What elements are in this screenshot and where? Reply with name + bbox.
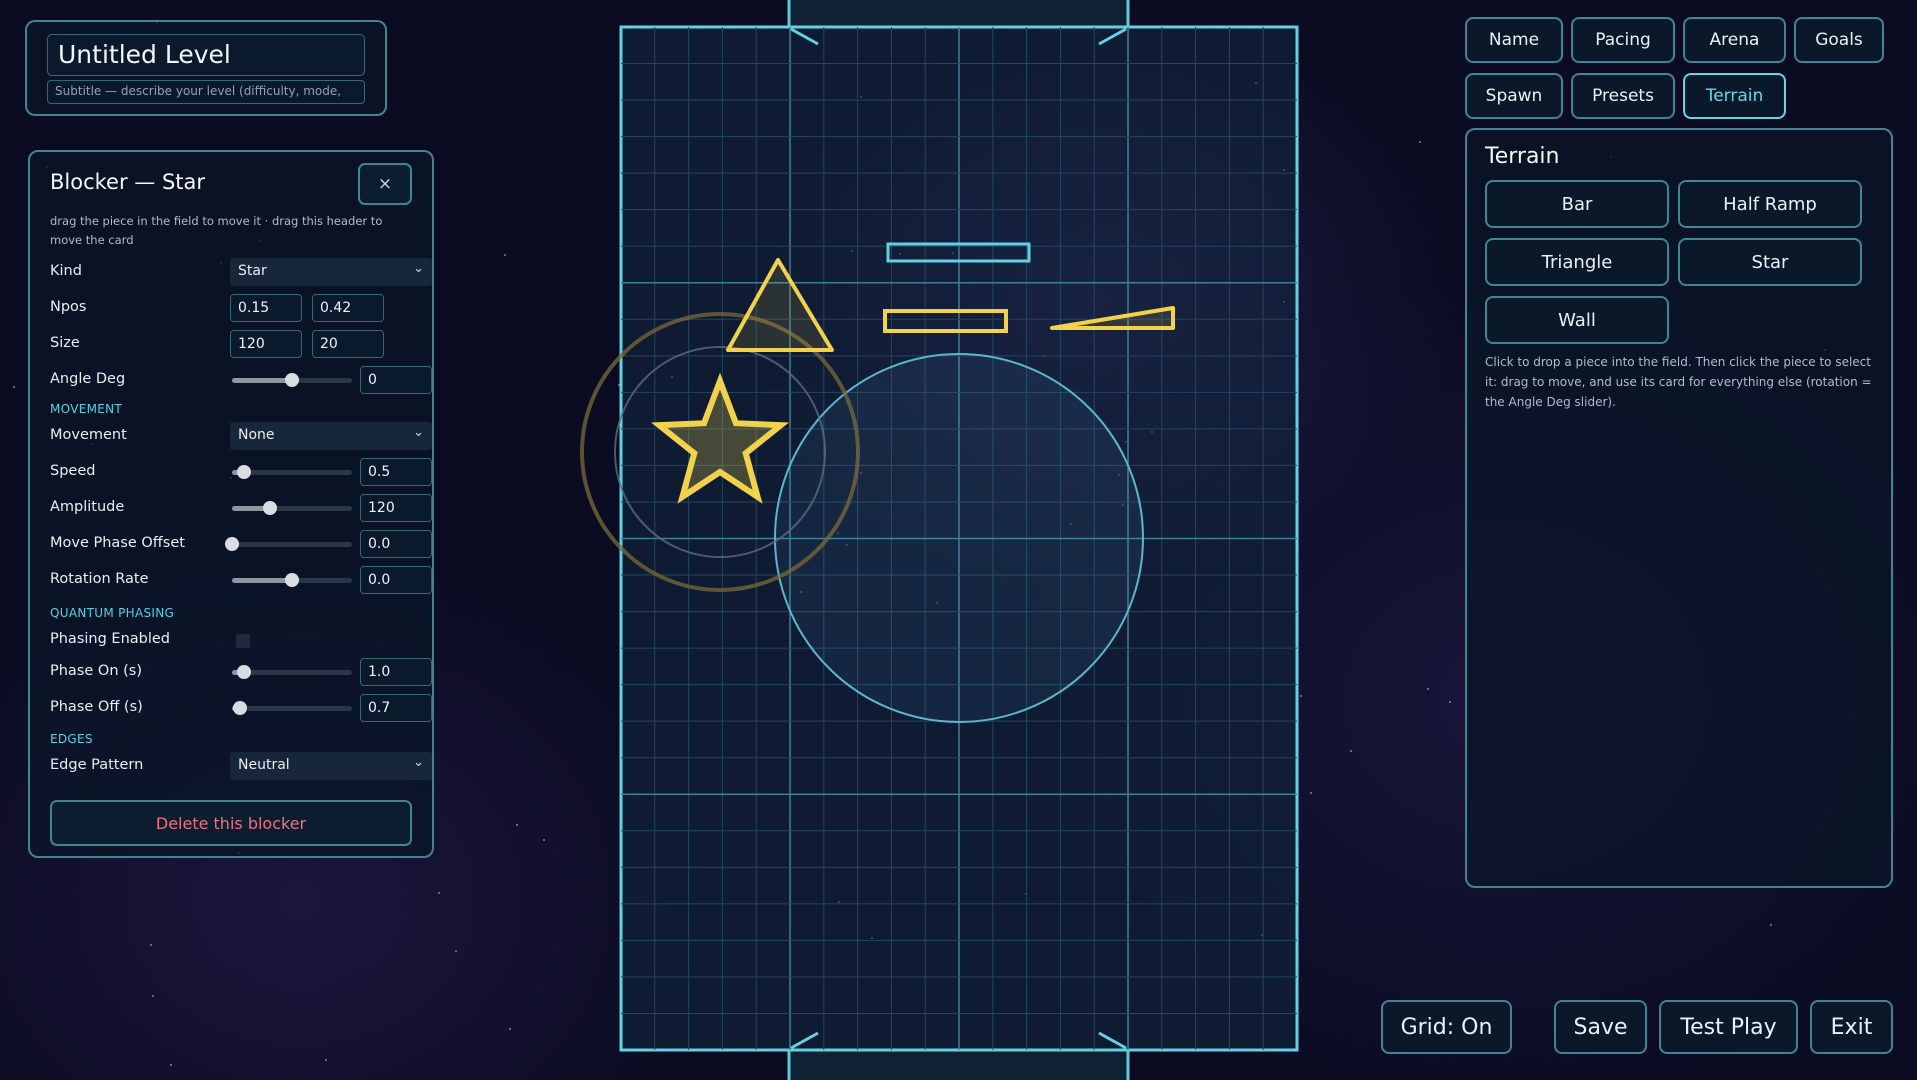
rotation-rate-label: Rotation Rate — [50, 571, 149, 587]
movement-row: Movement None ⌄ — [50, 422, 432, 450]
save-button[interactable]: Save — [1554, 1000, 1647, 1054]
amplitude-slider[interactable] — [232, 501, 352, 515]
slider-knob[interactable] — [233, 701, 248, 715]
amplitude-label: Amplitude — [50, 499, 125, 515]
tab-arena[interactable]: Arena — [1683, 17, 1786, 63]
slider-knob[interactable] — [263, 501, 278, 515]
npos-y-input[interactable]: 0.42 — [312, 294, 384, 322]
npos-label: Npos — [50, 299, 87, 315]
phase-on-slider[interactable] — [232, 665, 352, 679]
rotation-rate-slider[interactable] — [232, 573, 352, 587]
slider-knob[interactable] — [285, 373, 299, 387]
phase-offset-label: Move Phase Offset — [50, 535, 185, 551]
phase-offset-row: Move Phase Offset 0.0 — [50, 530, 432, 558]
phase-offset-input[interactable]: 0.0 — [360, 530, 432, 558]
movement-label: Movement — [50, 427, 127, 443]
phase-on-row: Phase On (s) 1.0 — [50, 658, 432, 686]
delete-blocker-button[interactable]: Delete this blocker — [50, 800, 412, 846]
terrain-wall-button[interactable]: Wall — [1485, 296, 1669, 344]
chevron-down-icon: ⌄ — [413, 755, 424, 770]
size-height-input[interactable]: 20 — [312, 330, 384, 358]
blocker-card-hint: drag the piece in the field to move it ·… — [50, 214, 383, 247]
tab-presets[interactable]: Presets — [1571, 73, 1675, 119]
speed-slider[interactable] — [232, 465, 352, 479]
edge-pattern-row: Edge Pattern Neutral ⌄ — [50, 752, 432, 780]
phase-on-label: Phase On (s) — [50, 663, 142, 679]
movement-section-label: MOVEMENT — [50, 402, 123, 416]
npos-row: Npos 0.15 0.42 — [50, 294, 412, 322]
phase-off-slider[interactable] — [232, 701, 352, 715]
exit-button[interactable]: Exit — [1810, 1000, 1893, 1054]
slider-knob[interactable] — [237, 665, 251, 679]
blocker-card[interactable]: Blocker — Star × drag the piece in the f… — [28, 150, 434, 858]
tab-terrain[interactable]: Terrain — [1683, 73, 1786, 119]
edge-pattern-label: Edge Pattern — [50, 757, 144, 773]
quantum-section-label: QUANTUM PHASING — [50, 606, 175, 620]
blocker-card-title[interactable]: Blocker — Star — [50, 170, 205, 194]
angle-input[interactable]: 0 — [360, 366, 432, 394]
tab-spawn[interactable]: Spawn — [1465, 73, 1563, 119]
kind-row: Kind Star ⌄ — [50, 258, 432, 286]
terrain-star-button[interactable]: Star — [1678, 238, 1862, 286]
edge-pattern-value: Neutral — [238, 757, 290, 773]
level-subtitle-input[interactable]: Subtitle — describe your level (difficul… — [47, 80, 365, 104]
close-card-button[interactable]: × — [358, 163, 412, 205]
npos-x-input[interactable]: 0.15 — [230, 294, 302, 322]
movement-select[interactable]: None ⌄ — [230, 422, 432, 450]
speed-row: Speed 0.5 — [50, 458, 432, 486]
level-title-card: Untitled Level Subtitle — describe your … — [25, 20, 387, 116]
chevron-down-icon: ⌄ — [413, 425, 424, 440]
speed-label: Speed — [50, 463, 96, 479]
angle-slider[interactable] — [232, 373, 352, 387]
size-row: Size 120 20 — [50, 330, 412, 358]
close-icon: × — [377, 174, 393, 194]
speed-input[interactable]: 0.5 — [360, 458, 432, 486]
phasing-enabled-checkbox[interactable] — [236, 634, 250, 648]
phase-off-label: Phase Off (s) — [50, 699, 143, 715]
rotation-rate-row: Rotation Rate 0.0 — [50, 566, 432, 594]
bottom-goal-mouth — [789, 1050, 1128, 1080]
size-width-input[interactable]: 120 — [230, 330, 302, 358]
edge-pattern-select[interactable]: Neutral ⌄ — [230, 752, 432, 780]
angle-row: Angle Deg 0 — [50, 366, 432, 394]
kind-label: Kind — [50, 263, 82, 279]
amplitude-row: Amplitude 120 — [50, 494, 432, 522]
amplitude-input[interactable]: 120 — [360, 494, 432, 522]
phasing-enabled-label: Phasing Enabled — [50, 631, 171, 647]
edges-section-label: EDGES — [50, 732, 93, 746]
phase-offset-slider[interactable] — [225, 537, 352, 551]
phase-off-input[interactable]: 0.7 — [360, 694, 432, 722]
tab-goals[interactable]: Goals — [1794, 17, 1884, 63]
slider-knob[interactable] — [285, 573, 299, 587]
terrain-title: Terrain — [1485, 144, 1560, 169]
terrain-hint: Click to drop a piece into the field. Th… — [1485, 355, 1872, 409]
movement-value: None — [238, 427, 275, 443]
slider-knob[interactable] — [225, 537, 239, 551]
kind-select[interactable]: Star ⌄ — [230, 258, 432, 286]
level-title-input[interactable]: Untitled Level — [47, 34, 365, 76]
phase-on-input[interactable]: 1.0 — [360, 658, 432, 686]
grid-toggle-button[interactable]: Grid: On — [1381, 1000, 1512, 1054]
top-goal-mouth — [789, 0, 1128, 27]
phase-off-row: Phase Off (s) 0.7 — [50, 694, 432, 722]
size-label: Size — [50, 335, 80, 351]
slider-knob[interactable] — [237, 465, 251, 479]
test-play-button[interactable]: Test Play — [1659, 1000, 1798, 1054]
kind-value: Star — [238, 263, 267, 279]
rotation-rate-input[interactable]: 0.0 — [360, 566, 432, 594]
terrain-bar-button[interactable]: Bar — [1485, 180, 1669, 228]
terrain-half-ramp-button[interactable]: Half Ramp — [1678, 180, 1862, 228]
chevron-down-icon: ⌄ — [413, 261, 424, 276]
angle-label: Angle Deg — [50, 371, 126, 387]
tab-name[interactable]: Name — [1465, 17, 1563, 63]
terrain-panel: Terrain Bar Half Ramp Triangle Star Wall… — [1465, 128, 1893, 888]
terrain-triangle-button[interactable]: Triangle — [1485, 238, 1669, 286]
tab-pacing[interactable]: Pacing — [1571, 17, 1675, 63]
phasing-enabled-row: Phasing Enabled — [50, 626, 412, 654]
